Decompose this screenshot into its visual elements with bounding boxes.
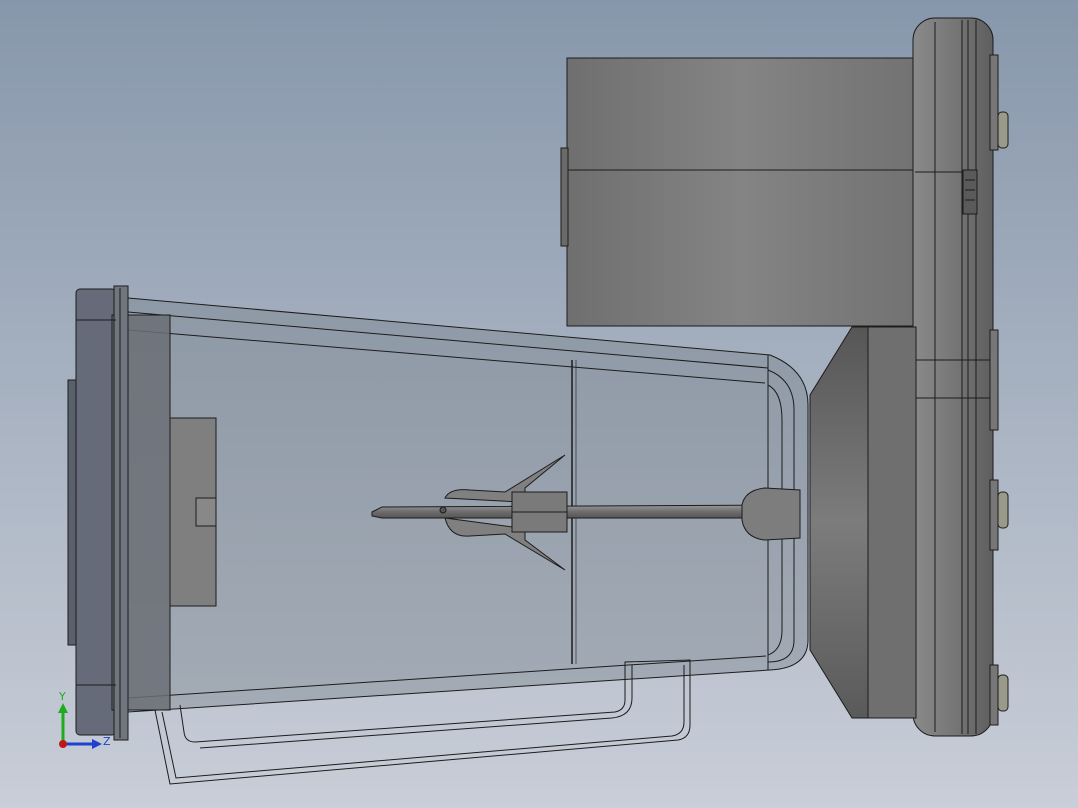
foot-1 [997,111,1009,149]
jar-lid[interactable] [67,285,171,741]
foot-2 [997,491,1009,529]
drive-coupling[interactable] [809,326,917,719]
triad-z-label: Z [103,735,111,748]
base-plate[interactable] [912,17,999,737]
blender-assembly-model[interactable]: Y Z [0,0,1078,808]
foot-3 [997,674,1009,712]
cad-viewport[interactable]: Y Z [0,0,1078,808]
motor-housing[interactable] [560,57,918,327]
triad-y-label: Y [58,690,66,703]
